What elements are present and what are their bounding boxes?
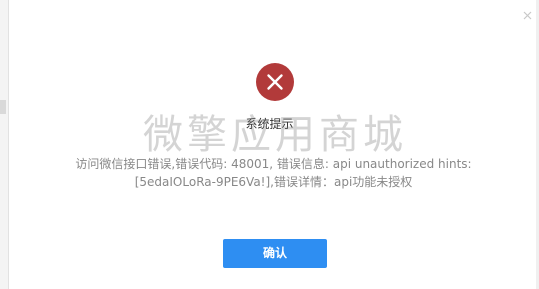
dialog-title: 系统提示 [245,117,294,131]
confirm-button[interactable]: 确认 [223,239,327,268]
background-edge-left [0,0,9,289]
background-edge-mark [0,100,6,114]
dialog-page: 系统提示 访问微信接口错误,错误代码: 48001, 错误信息: api una… [0,0,539,289]
close-icon [523,11,532,20]
error-message: 访问微信接口错误,错误代码: 48001, 错误信息: api unauthor… [75,157,472,189]
error-icon [256,63,294,101]
close-button[interactable] [520,8,536,24]
